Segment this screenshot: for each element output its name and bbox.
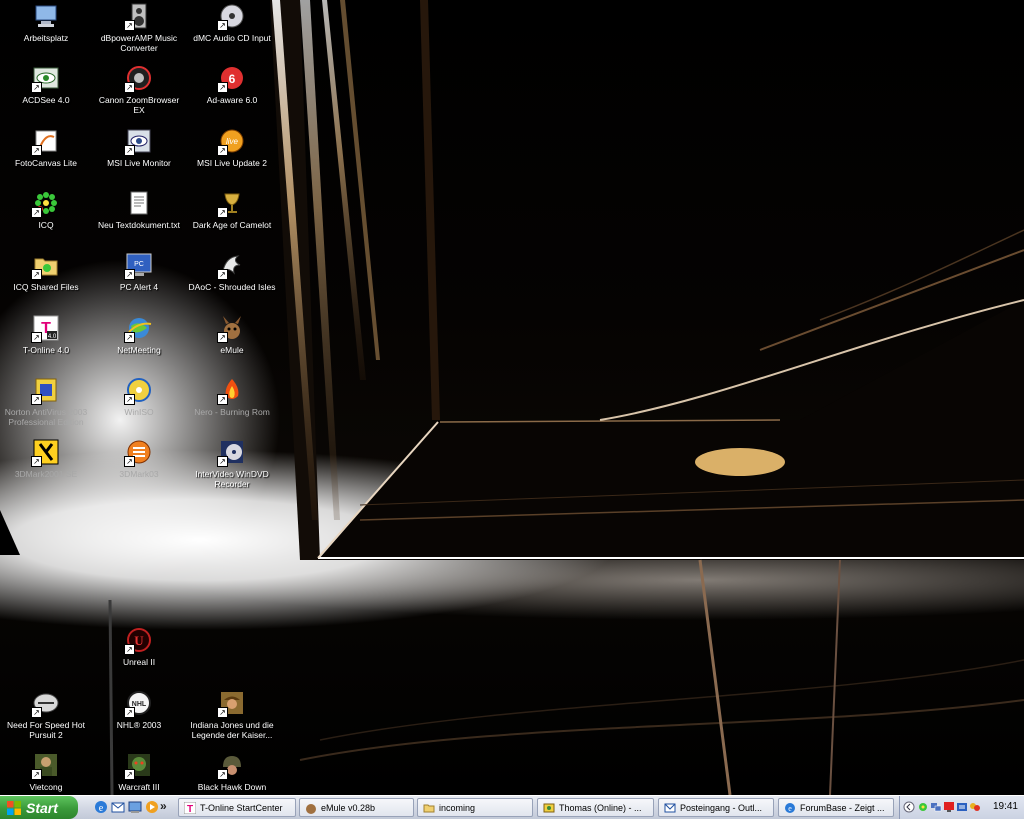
globe-icon: ↗ xyxy=(124,314,153,343)
t-online-icon: T 4.0 ↗ xyxy=(31,314,60,343)
chalice-icon: ↗ xyxy=(217,189,246,218)
disc-globe-icon: ↗ xyxy=(124,376,153,405)
desktop-icon[interactable]: ↗ Need For Speed Hot Pursuit 2 xyxy=(0,689,92,740)
desktop-icon[interactable]: ↗ eMule xyxy=(186,314,278,355)
desktop-icon[interactable]: ↗ FotoCanvas Lite xyxy=(0,127,92,168)
desktop-icon[interactable]: ↗ Vietcong xyxy=(0,751,92,792)
media-player-icon[interactable] xyxy=(145,800,159,814)
norton-icon: ↗ xyxy=(31,376,60,405)
desktop-icon[interactable]: T 4.0 ↗ T-Online 4.0 xyxy=(0,314,92,355)
unreal-icon: U ↗ xyxy=(124,626,153,655)
internet-explorer-icon[interactable]: e xyxy=(94,800,108,814)
internet-explorer-icon: e xyxy=(785,802,795,813)
desktop-icon[interactable]: ↗ MSI Live Monitor xyxy=(93,127,185,168)
desktop-icon[interactable]: Neu Textdokument.txt xyxy=(93,189,185,230)
desktop-icon[interactable]: U ↗ Unreal II xyxy=(93,626,185,667)
task-button[interactable]: e ForumBase - Zeigt ... xyxy=(778,798,894,817)
task-button[interactable]: Thomas (Online) - ... xyxy=(537,798,654,817)
folder-icon xyxy=(423,804,435,812)
svg-text:PC: PC xyxy=(134,261,144,268)
hockey-icon: NHL ↗ xyxy=(124,689,153,718)
svg-text:4.0: 4.0 xyxy=(48,334,57,340)
nfs-icon: ↗ xyxy=(31,689,60,718)
desktop-icon[interactable]: Arbeitsplatz xyxy=(0,2,92,43)
outlook-icon xyxy=(664,803,676,812)
desktop-icon[interactable]: ↗ ACDSee 4.0 xyxy=(0,64,92,105)
svg-text:T: T xyxy=(187,804,193,814)
desktop-icon[interactable]: NHL ↗ NHL® 2003 xyxy=(93,689,185,730)
desktop-icon[interactable]: ↗ NetMeeting xyxy=(93,314,185,355)
indiana-icon: ↗ xyxy=(217,689,246,718)
fire-icon: ↗ xyxy=(217,376,246,405)
cd-icon: ↗ xyxy=(217,2,246,31)
alert-monitor-icon: PC ↗ xyxy=(124,251,153,280)
icq-tray-icon[interactable] xyxy=(917,801,929,813)
svg-text:U: U xyxy=(134,633,144,648)
folder-flower-icon: ↗ xyxy=(31,251,60,280)
helmet-icon: ↗ xyxy=(217,751,246,780)
outlook-icon[interactable] xyxy=(111,800,125,814)
desktop-icon[interactable]: ↗ 3DMark03 xyxy=(93,438,185,479)
task-button[interactable]: Posteingang - Outl... xyxy=(658,798,774,817)
start-label: Start xyxy=(26,799,58,816)
messenger-tray-icon[interactable] xyxy=(969,801,981,813)
camera-icon: ↗ xyxy=(124,64,153,93)
mule-icon: ↗ xyxy=(217,314,246,343)
svg-text:e: e xyxy=(99,803,104,814)
task-button[interactable]: incoming xyxy=(417,798,533,817)
desktop-icon[interactable]: ↗ dMC Audio CD Input xyxy=(186,2,278,43)
monitor-icon: ↗ xyxy=(124,127,153,156)
live-update-icon: live ↗ xyxy=(217,127,246,156)
desktop-icon[interactable]: ↗ dBpowerAMP Music Converter xyxy=(93,2,185,53)
show-desktop-icon[interactable] xyxy=(128,800,142,814)
desktop-icon[interactable]: ↗ Norton AntiVirus 2003 Professional Edi… xyxy=(0,376,92,427)
taskbar: Start e » T T-Online StartCenter eMule v… xyxy=(0,795,1024,819)
volume-tray-icon[interactable] xyxy=(956,801,968,813)
t-online-icon: T xyxy=(184,801,196,814)
dvd-icon: ↗ xyxy=(217,438,246,467)
desktop-icon[interactable]: ↗ WinISO xyxy=(93,376,185,417)
adaware-icon: 6 ↗ xyxy=(217,64,246,93)
desktop-icon[interactable]: live ↗ MSI Live Update 2 xyxy=(186,127,278,168)
clock[interactable]: 19:41 xyxy=(993,801,1018,812)
messenger-icon xyxy=(543,803,555,812)
orc-icon: ↗ xyxy=(124,751,153,780)
task-button[interactable]: T T-Online StartCenter xyxy=(178,798,296,817)
system-tray: 19:41 xyxy=(899,796,1024,819)
desktop-icon[interactable]: ↗ ICQ Shared Files xyxy=(0,251,92,292)
3dmark03-icon: ↗ xyxy=(124,438,153,467)
desktop[interactable]: Arbeitsplatz ↗ ACDSee 4.0 ↗ FotoCanvas L… xyxy=(0,0,1024,795)
desktop-icon[interactable]: ↗ DAoC - Shrouded Isles xyxy=(186,251,278,292)
desktop-icon[interactable]: 6 ↗ Ad-aware 6.0 xyxy=(186,64,278,105)
canvas-icon: ↗ xyxy=(31,127,60,156)
text-document-icon xyxy=(125,189,153,217)
task-button[interactable]: eMule v0.28b xyxy=(299,798,414,817)
speaker-icon: ↗ xyxy=(124,2,153,31)
network-tray-icon[interactable] xyxy=(930,801,942,813)
dragon-icon: ↗ xyxy=(217,251,246,280)
computer-icon xyxy=(32,2,60,30)
desktop-icon[interactable]: ↗ ICQ xyxy=(0,189,92,230)
desktop-icon[interactable]: ↗ Dark Age of Camelot xyxy=(186,189,278,230)
eye-icon: ↗ xyxy=(31,64,60,93)
desktop-icon[interactable]: ↗ InterVideo WinDVD Recorder xyxy=(186,438,278,489)
start-button[interactable]: Start xyxy=(0,796,78,819)
svg-text:6: 6 xyxy=(229,72,236,86)
desktop-icon[interactable]: ↗ 3DMark2001 SE xyxy=(0,438,92,479)
mule-icon xyxy=(306,803,316,814)
svg-text:e: e xyxy=(788,804,792,813)
desktop-icon[interactable]: ↗ Warcraft III xyxy=(93,751,185,792)
expand-tray-icon[interactable] xyxy=(903,801,915,813)
desktop-icon[interactable]: PC ↗ PC Alert 4 xyxy=(93,251,185,292)
monitor-tray-icon[interactable] xyxy=(943,801,955,813)
flower-icon: ↗ xyxy=(31,189,60,218)
desktop-icon[interactable]: ↗ Canon ZoomBrowser EX xyxy=(93,64,185,115)
windows-logo-icon xyxy=(7,800,21,815)
quick-launch-overflow[interactable]: » xyxy=(160,799,167,813)
desktop-icon[interactable]: ↗ Nero - Burning Rom xyxy=(186,376,278,417)
desktop-icon[interactable]: ↗ Indiana Jones und die Legende der Kais… xyxy=(186,689,278,740)
desktop-icon[interactable]: ↗ Black Hawk Down xyxy=(186,751,278,792)
3dmark-icon: ↗ xyxy=(31,438,60,467)
soldier-icon: ↗ xyxy=(31,751,60,780)
